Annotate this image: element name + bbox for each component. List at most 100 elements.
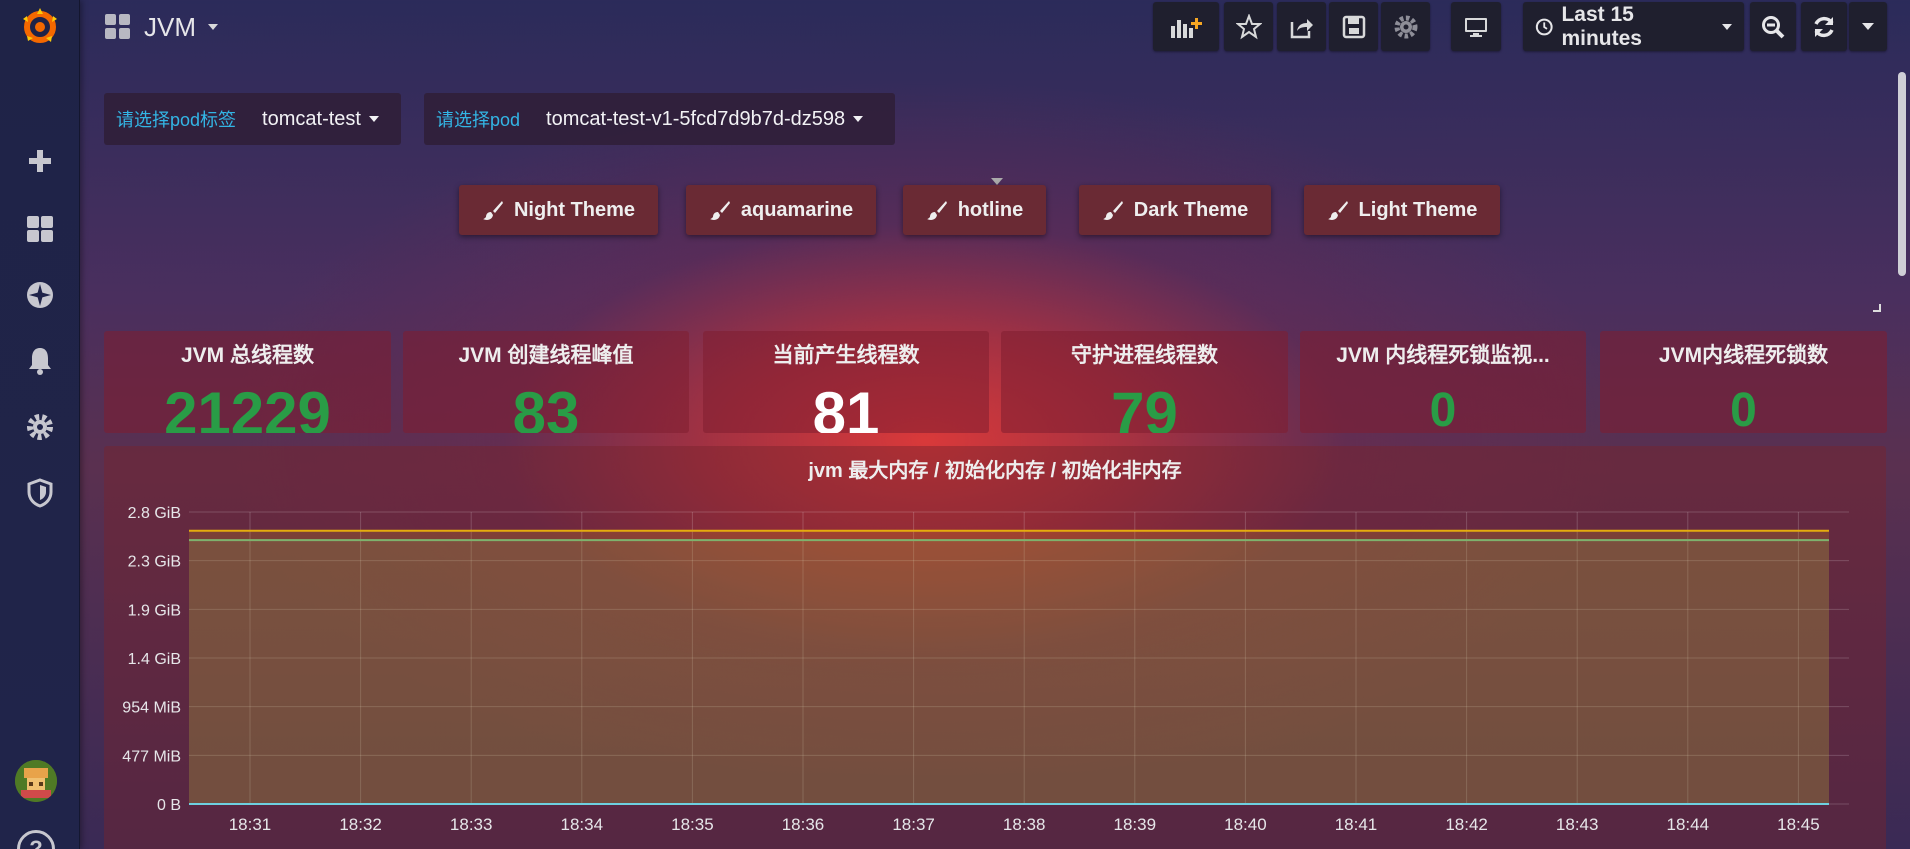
grafana-logo-icon[interactable]	[0, 2, 80, 52]
variable-label: 请选择pod	[436, 110, 521, 130]
x-tick-label: 18:37	[892, 815, 935, 834]
y-tick-label: 954 MiB	[122, 700, 181, 717]
theme-label: Dark Theme	[1133, 198, 1249, 221]
x-tick-label: 18:45	[1777, 815, 1820, 834]
stat-title: JVM 内线程死锁监视...	[1336, 344, 1550, 367]
configuration-gear-icon[interactable]	[0, 402, 80, 452]
theme-dark-button[interactable]: Dark Theme	[1079, 185, 1271, 235]
x-tick-label: 18:44	[1667, 815, 1710, 834]
stat-panel-peak-threads[interactable]: JVM 创建线程峰值 83	[403, 331, 689, 433]
x-tick-label: 18:34	[561, 815, 604, 834]
save-icon	[1342, 15, 1365, 38]
stat-value: 79	[1111, 380, 1178, 433]
paint-brush-icon	[709, 201, 730, 220]
explore-compass-icon[interactable]	[0, 270, 80, 320]
y-tick-label: 0 B	[157, 797, 181, 814]
dashboard-picker[interactable]: JVM	[104, 8, 218, 46]
add-panel-button[interactable]	[1153, 2, 1219, 51]
chevron-down-icon	[1862, 23, 1874, 30]
dashboards-icon[interactable]	[0, 204, 80, 254]
alerting-bell-icon[interactable]	[0, 336, 80, 386]
dashboard-grid-icon	[105, 14, 130, 39]
stat-panel-daemon-threads[interactable]: 守护进程线程数 79	[1001, 331, 1288, 433]
paint-brush-icon	[1102, 201, 1123, 220]
stat-title: JVM内线程死锁数	[1658, 344, 1829, 367]
help-icon[interactable]: ?	[17, 830, 55, 849]
stat-title: 当前产生线程数	[772, 344, 920, 367]
paint-brush-icon	[926, 201, 947, 220]
variable-pod: 请选择pod tomcat-test-v1-5fcd7d9b7d-dz598	[424, 93, 895, 145]
variable-value: tomcat-test-v1-5fcd7d9b7d-dz598	[546, 107, 846, 130]
share-icon	[1290, 18, 1313, 38]
time-range-label: Last 15 minutes	[1561, 2, 1642, 50]
stat-panel-deadlock-monitor[interactable]: JVM 内线程死锁监视... 0	[1300, 331, 1586, 433]
server-admin-shield-icon[interactable]	[0, 468, 80, 518]
paint-brush-icon	[1327, 201, 1348, 220]
y-tick-label: 2.3 GiB	[128, 554, 181, 571]
dashboard-title: JVM	[144, 11, 196, 42]
stat-value: 0	[1730, 384, 1757, 433]
panel-collapse-arrow-icon[interactable]	[991, 178, 1003, 185]
gear-icon	[1394, 15, 1417, 38]
x-tick-label: 18:38	[1003, 815, 1046, 834]
variable-pod-select[interactable]: tomcat-test-v1-5fcd7d9b7d-dz598	[546, 107, 864, 131]
stat-value: 81	[812, 380, 880, 433]
x-tick-label: 18:31	[229, 815, 272, 834]
monitor-icon	[1465, 17, 1487, 37]
y-tick-label: 1.9 GiB	[128, 602, 181, 619]
theme-label: Night Theme	[513, 198, 636, 221]
share-button[interactable]	[1277, 2, 1326, 51]
stat-title: 守护进程线程数	[1071, 344, 1218, 367]
y-tick-label: 477 MiB	[122, 748, 181, 765]
series-area-fill	[189, 540, 1829, 804]
stat-value: 0	[1429, 384, 1457, 433]
panel-resize-handle[interactable]	[1873, 304, 1881, 312]
refresh-icon	[1814, 16, 1834, 37]
create-plus-icon[interactable]	[0, 136, 80, 186]
stat-value: 83	[512, 380, 580, 433]
y-tick-label: 2.8 GiB	[128, 505, 181, 522]
stat-panel-deadlock-count[interactable]: JVM内线程死锁数 0	[1600, 331, 1887, 433]
theme-label: Light Theme	[1358, 198, 1478, 221]
variable-pod-label-select[interactable]: tomcat-test	[262, 108, 379, 131]
paint-brush-icon	[482, 201, 503, 220]
refresh-interval-dropdown[interactable]	[1849, 2, 1887, 51]
refresh-button[interactable]	[1801, 2, 1847, 51]
variable-pod-label: 请选择pod标签 tomcat-test	[104, 93, 401, 145]
zoom-out-button[interactable]	[1750, 2, 1796, 51]
stat-panel-current-threads[interactable]: 当前产生线程数 81	[703, 331, 989, 433]
chevron-down-icon	[208, 24, 218, 30]
x-tick-label: 18:40	[1224, 815, 1267, 834]
star-icon	[1235, 13, 1262, 39]
user-avatar[interactable]	[15, 760, 57, 802]
variable-label: 请选择pod标签	[116, 110, 237, 130]
save-button[interactable]	[1329, 2, 1378, 51]
x-tick-label: 18:43	[1556, 815, 1599, 834]
x-tick-label: 18:32	[339, 815, 382, 834]
clock-icon	[1535, 18, 1553, 35]
stat-value: 21229	[164, 380, 331, 433]
page-scrollbar[interactable]	[1898, 72, 1906, 276]
chevron-down-icon	[1722, 23, 1732, 30]
x-tick-label: 18:33	[450, 815, 493, 834]
stat-panel-total-threads[interactable]: JVM 总线程数 21229	[104, 331, 391, 433]
star-button[interactable]	[1224, 2, 1273, 51]
theme-hotline-button[interactable]: hotline	[903, 185, 1046, 235]
settings-button[interactable]	[1381, 2, 1430, 51]
tv-mode-button[interactable]	[1451, 2, 1501, 51]
chevron-down-icon	[368, 116, 379, 122]
stat-title: JVM 创建线程峰值	[458, 344, 634, 367]
y-tick-label: 1.4 GiB	[128, 651, 181, 668]
graph-panel-memory[interactable]: jvm 最大内存 / 初始化内存 / 初始化非内存 2.8 GiB 2.3 GiB…	[104, 446, 1886, 849]
stat-title: JVM 总线程数	[180, 344, 314, 367]
theme-aquamarine-button[interactable]: aquamarine	[686, 185, 876, 235]
x-tick-label: 18:35	[671, 815, 714, 834]
theme-light-button[interactable]: Light Theme	[1304, 185, 1500, 235]
theme-night-button[interactable]: Night Theme	[459, 185, 658, 235]
time-range-picker[interactable]: Last 15 minutes	[1523, 2, 1744, 51]
memory-chart[interactable]: 2.8 GiB 2.3 GiB 1.9 GiB 1.4 GiB 954 MiB 477 M…	[104, 446, 1886, 849]
add-panel-icon	[1171, 17, 1202, 38]
x-tick-label: 18:36	[782, 815, 825, 834]
sidebar: ?	[0, 0, 80, 849]
zoom-out-icon	[1762, 15, 1785, 38]
